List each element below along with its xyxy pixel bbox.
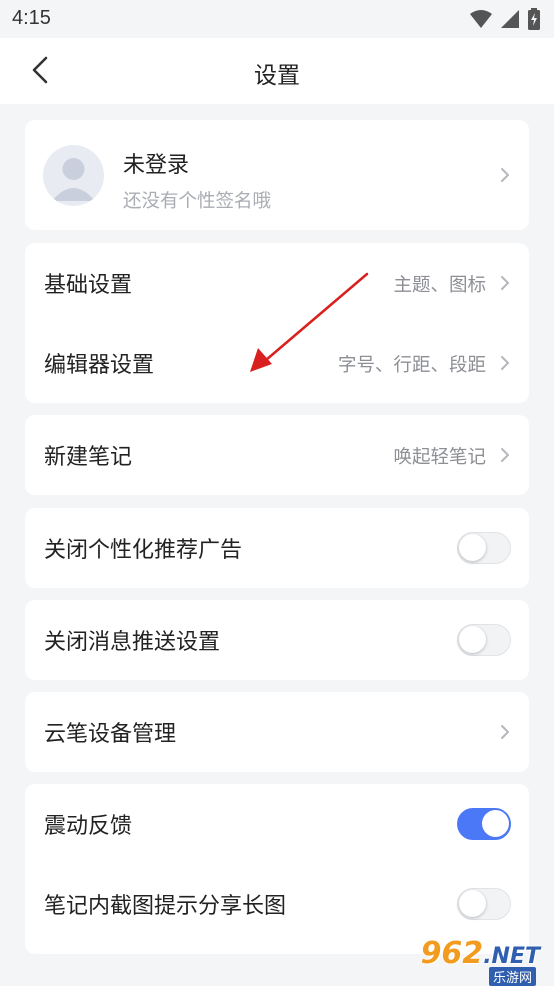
annotation-arrow: [0, 0, 554, 984]
watermark-brand: 962.NET: [421, 936, 540, 971]
arrow-shaft: [266, 274, 367, 360]
watermark-sub: 乐游网: [489, 967, 536, 986]
watermark-logo: 962.NET 乐游网: [410, 936, 550, 982]
arrow-head: [250, 348, 272, 372]
